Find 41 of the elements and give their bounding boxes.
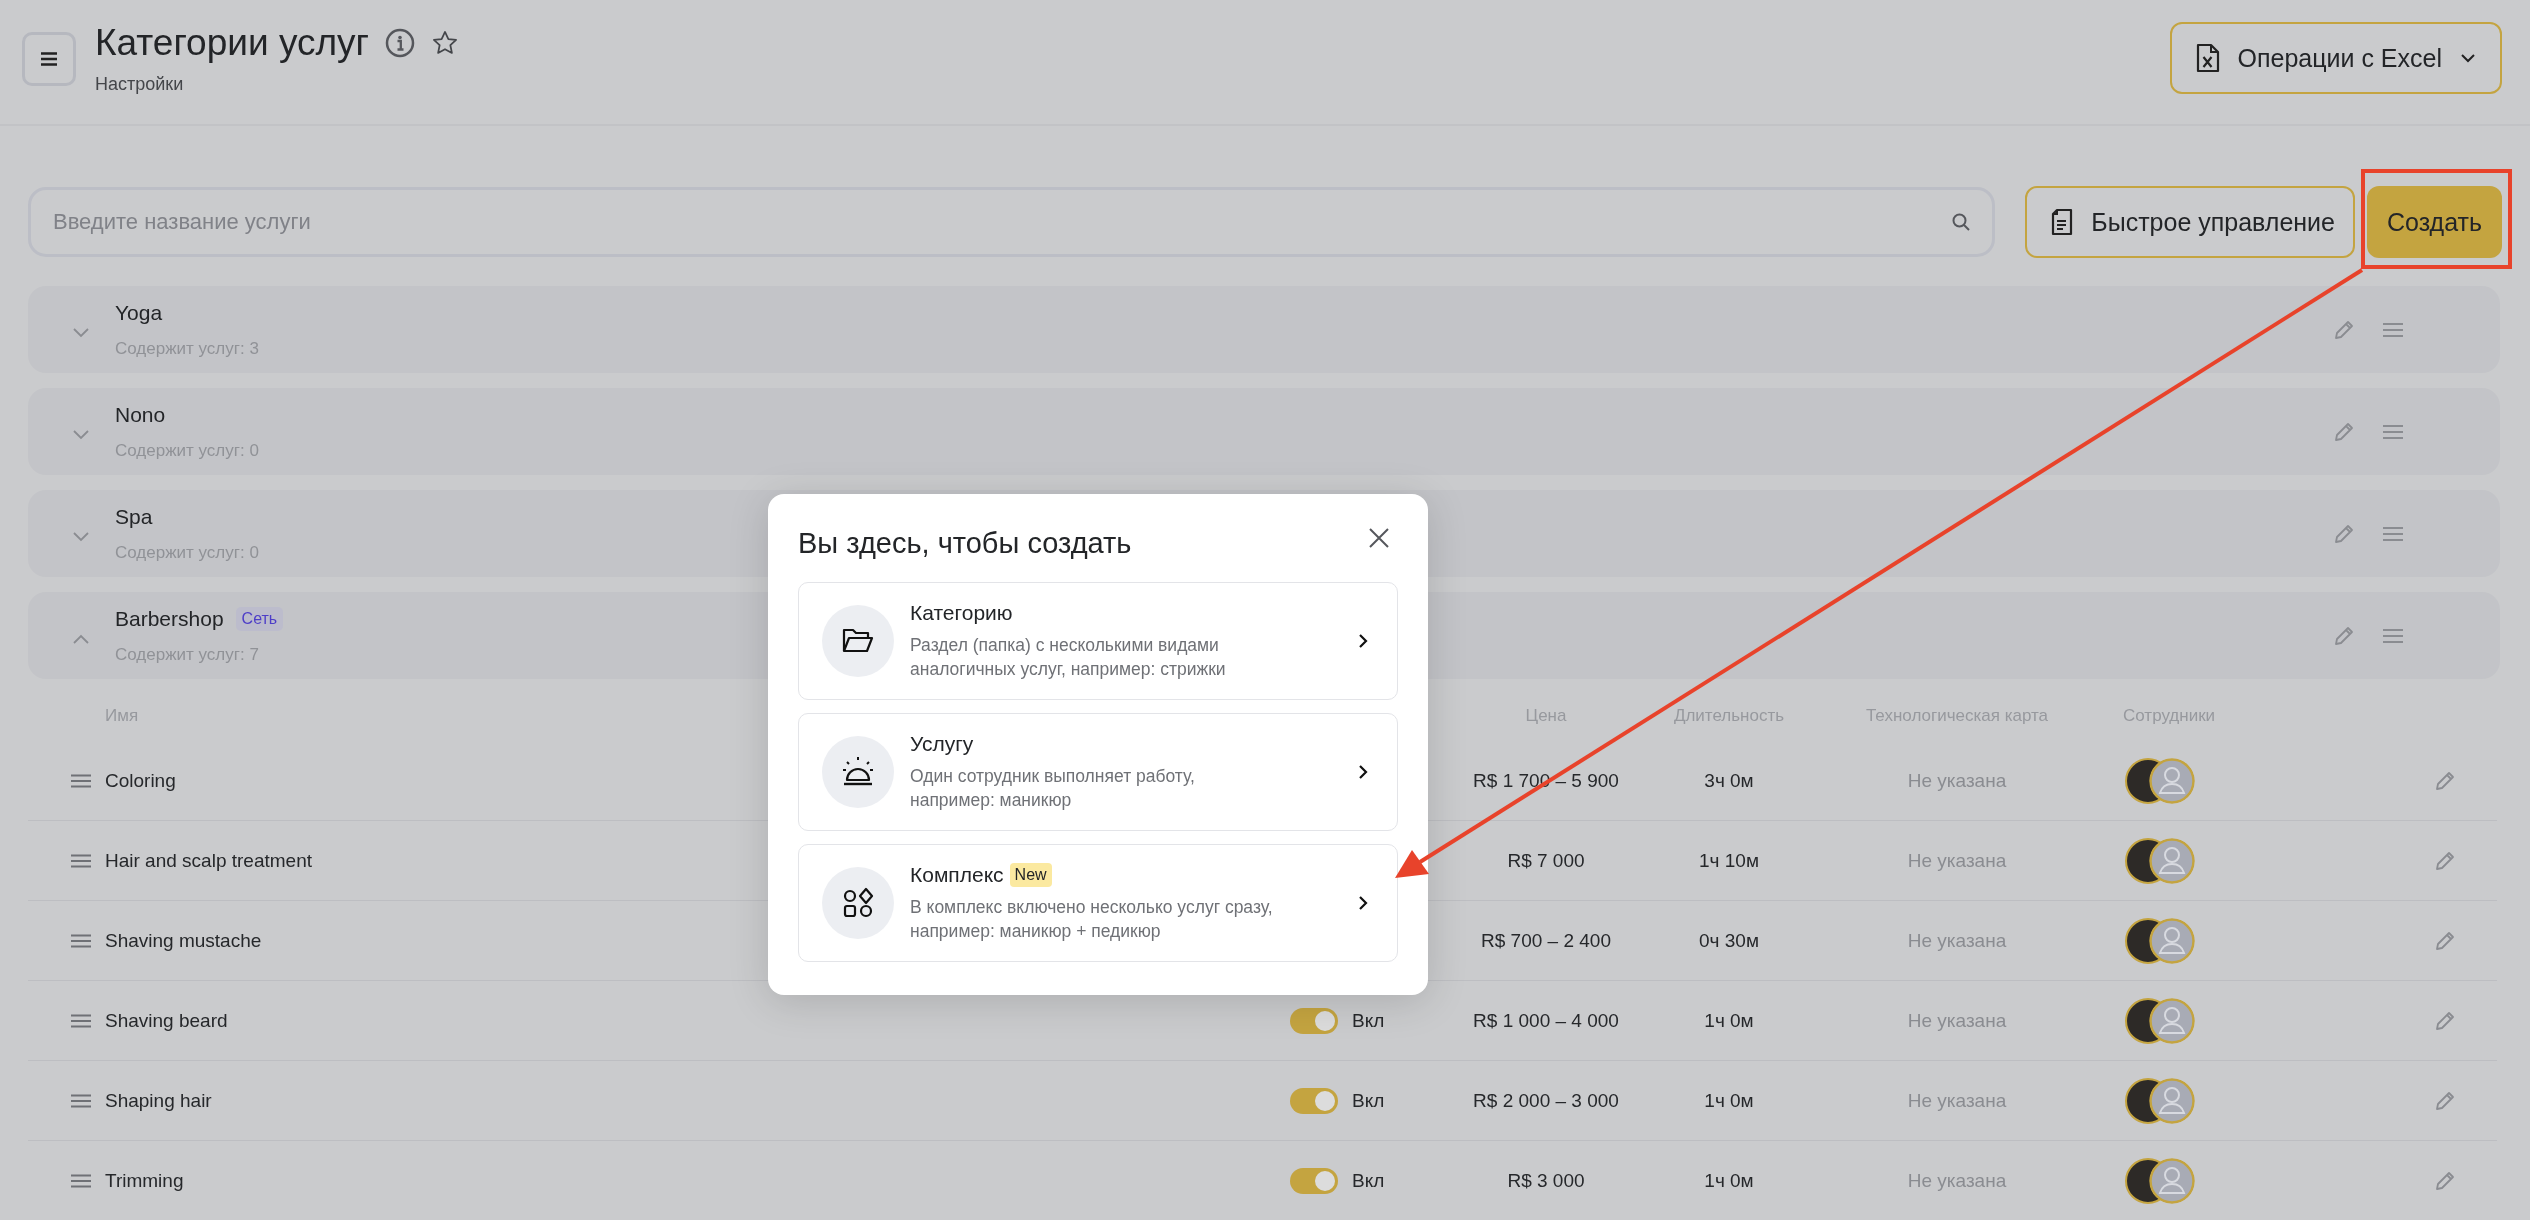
duration-cell-text: 0ч 30м — [1698, 929, 1760, 952]
option-title: Категорию — [910, 601, 1013, 625]
category-name: Yoga — [115, 300, 163, 325]
option-description: Раздел (папка) с несколькими видами аналогичных услуг, например: стрижки — [910, 634, 1226, 681]
service-name: Shaping hair — [105, 1089, 212, 1112]
page-subtitle: Настройки — [95, 74, 185, 95]
price-cell-text: R$ 700 – 2 400 — [1480, 929, 1612, 952]
service-name: Shaving beard — [105, 1009, 228, 1032]
category-name: Spa — [115, 504, 153, 529]
service-name: Coloring — [105, 769, 176, 792]
new-badge: New — [1009, 863, 1052, 887]
option-title: Услугу — [910, 732, 974, 756]
service-name: Hair and scalp treatment — [105, 849, 312, 872]
duration-cell-text: 1ч 10м — [1698, 849, 1760, 872]
price-cell-text: R$ 3 000 — [1506, 1169, 1586, 1192]
duration-cell-text: 3ч 0м — [1703, 769, 1755, 792]
dialog-title: Вы здесь, чтобы создать — [798, 526, 1132, 560]
tech-card-cell-text: Не указана — [1906, 849, 2008, 872]
tech-card-cell-text: Не указана — [1906, 1009, 2008, 1032]
page-title: Категории услуг — [95, 22, 370, 64]
status-label: Вкл — [1352, 1089, 1385, 1112]
option-title: Комплекс — [910, 863, 1004, 887]
status-label: Вкл — [1352, 1009, 1385, 1032]
option-description: В комплекс включено несколько услуг сразу, например: маникюр + педикюр — [910, 896, 1273, 943]
duration-cell-text: 1ч 0м — [1703, 1089, 1755, 1112]
category-name: Barbershop — [115, 606, 224, 631]
price-cell-text: R$ 2 000 – 3 000 — [1472, 1089, 1620, 1112]
network-badge: Сеть — [235, 606, 284, 631]
tech-card-cell-text: Не указана — [1906, 1169, 2008, 1192]
tech-card-cell-text: Не указана — [1906, 929, 2008, 952]
option-description: Один сотрудник выполняет работу, например: маникюр — [910, 765, 1195, 812]
tech-card-cell-text: Не указана — [1906, 769, 2008, 792]
duration-cell-text: 1ч 0м — [1703, 1169, 1755, 1192]
tech-card-cell-text: Не указана — [1906, 1089, 2008, 1112]
category-name: Nono — [115, 402, 166, 427]
status-label: Вкл — [1352, 1169, 1385, 1192]
service-name: Trimming — [105, 1169, 184, 1192]
price-cell-text: R$ 7 000 — [1506, 849, 1586, 872]
price-cell-text: R$ 1 000 – 4 000 — [1472, 1009, 1620, 1032]
duration-cell-text: 1ч 0м — [1703, 1009, 1755, 1032]
service-name: Shaving mustache — [105, 929, 262, 952]
